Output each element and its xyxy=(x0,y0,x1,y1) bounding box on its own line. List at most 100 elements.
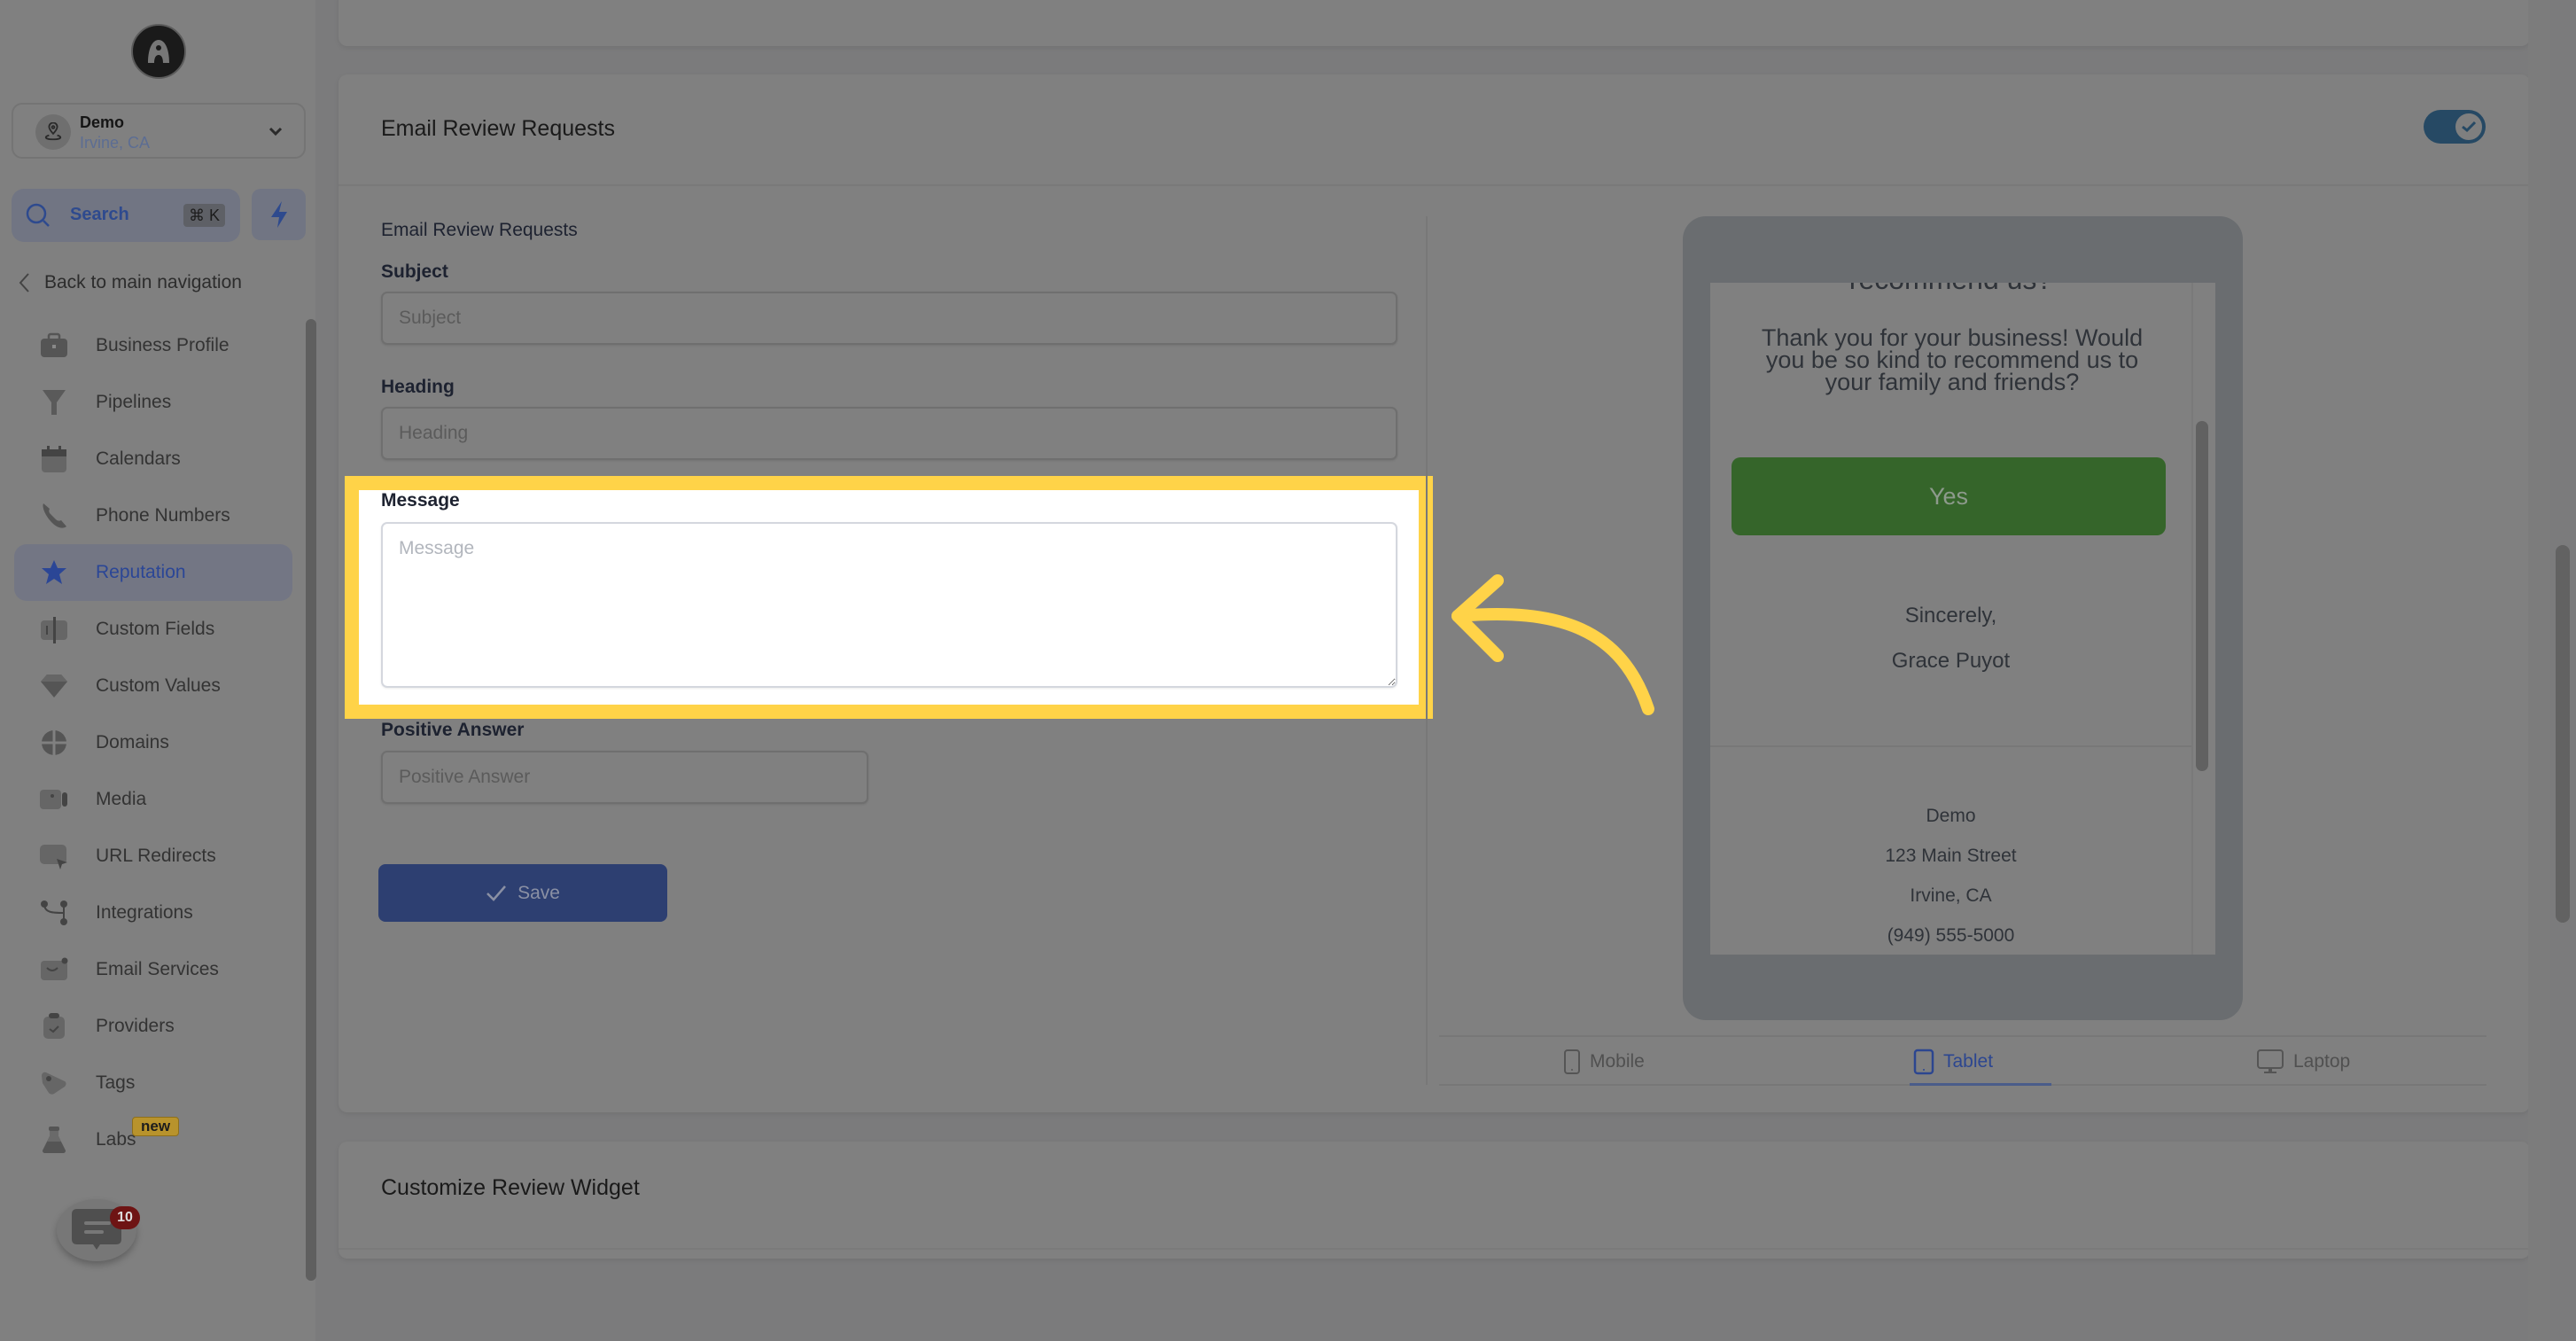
preview-footer-phone: (949) 555-5000 xyxy=(1887,925,2015,946)
sidebar-item-label: Labs xyxy=(96,1129,136,1150)
flask-icon xyxy=(39,1125,69,1155)
phone-icon xyxy=(39,501,69,531)
sidebar-item-label: Pipelines xyxy=(96,392,172,412)
preview-footer-city: Irvine, CA xyxy=(1910,885,1992,906)
sidebar-item-labs[interactable]: Labs new xyxy=(14,1111,292,1168)
card-title: Email Review Requests xyxy=(381,116,615,141)
email-preview: recommend us? Thank you for your busines… xyxy=(1710,283,2215,955)
funnel-icon xyxy=(39,387,69,417)
tab-mobile[interactable]: Mobile xyxy=(1563,1037,1645,1086)
app-logo[interactable] xyxy=(131,24,186,79)
tab-label: Laptop xyxy=(2293,1050,2351,1072)
mail-icon xyxy=(39,955,69,985)
tag-icon xyxy=(39,1068,69,1098)
sidebar-item-pipelines[interactable]: Pipelines xyxy=(14,374,292,431)
preview-scrollbar[interactable] xyxy=(2196,421,2208,771)
sidebar-item-label: URL Redirects xyxy=(96,846,216,866)
tablet-icon xyxy=(1913,1049,1934,1074)
preview-yes-button[interactable]: Yes xyxy=(1732,457,2166,535)
calendar-icon xyxy=(39,444,69,474)
positive-answer-input[interactable] xyxy=(381,751,868,804)
sidebar-item-label: Calendars xyxy=(96,448,181,469)
page-scroll-track xyxy=(2528,0,2550,1341)
save-label: Save xyxy=(518,882,560,903)
heading-input[interactable] xyxy=(381,407,1397,460)
card-divider xyxy=(339,1248,2530,1250)
preview-footer-street: 123 Main Street xyxy=(1885,846,2017,866)
account-location: Irvine, CA xyxy=(80,134,151,152)
sidebar-item-business-profile[interactable]: Business Profile xyxy=(14,317,292,374)
logo-icon xyxy=(148,40,169,63)
sidebar-item-label: Integrations xyxy=(96,902,193,923)
tab-tablet[interactable]: Tablet xyxy=(1913,1037,1993,1086)
subject-input[interactable] xyxy=(381,292,1397,345)
preview-closing: Sincerely, xyxy=(1904,604,1997,628)
account-switcher[interactable]: Demo Irvine, CA xyxy=(12,103,306,159)
sidebar-item-domains[interactable]: Domains xyxy=(14,714,292,771)
integrations-icon xyxy=(39,898,69,928)
sidebar-scrollbar[interactable] xyxy=(306,319,316,1281)
diamond-icon xyxy=(39,671,69,701)
tab-label: Mobile xyxy=(1590,1050,1645,1072)
preview-footer-name: Demo xyxy=(1926,806,1976,826)
briefcase-icon xyxy=(39,331,69,361)
sidebar: Demo Irvine, CA Search ⌘ K Back to main … xyxy=(0,0,316,1341)
sidebar-item-reputation[interactable]: Reputation xyxy=(14,544,292,601)
settings-nav: Business Profile Pipelines Calendars Pho… xyxy=(14,317,292,1168)
back-label: Back to main navigation xyxy=(44,272,242,292)
clipboard-icon xyxy=(39,1011,69,1041)
search-icon xyxy=(26,203,50,227)
annotation-arrow-icon xyxy=(1451,574,1654,715)
mobile-icon xyxy=(1564,1049,1580,1074)
back-to-main-navigation[interactable]: Back to main navigation xyxy=(18,271,242,294)
account-name: Demo xyxy=(80,113,125,131)
fields-icon xyxy=(39,614,69,644)
device-tabs: Mobile Tablet Laptop xyxy=(1439,1035,2487,1086)
sidebar-item-url-redirects[interactable]: URL Redirects xyxy=(14,828,292,885)
save-button[interactable]: Save xyxy=(378,864,667,922)
preview-signer: Grace Puyot xyxy=(1891,649,2011,673)
sidebar-item-label: Media xyxy=(96,789,147,809)
sidebar-item-label: Custom Fields xyxy=(96,619,215,639)
sidebar-item-custom-fields[interactable]: Custom Fields xyxy=(14,601,292,658)
page-scrollbar[interactable] xyxy=(2556,545,2570,923)
star-icon xyxy=(39,557,69,588)
message-textarea[interactable] xyxy=(381,522,1397,688)
subject-label: Subject xyxy=(381,261,448,282)
card-header: Email Review Requests xyxy=(339,74,2530,186)
sidebar-item-tags[interactable]: Tags xyxy=(14,1055,292,1111)
sidebar-item-label: Reputation xyxy=(96,562,186,582)
sidebar-item-calendars[interactable]: Calendars xyxy=(14,431,292,487)
section-title: Email Review Requests xyxy=(381,220,578,240)
sidebar-item-label: Custom Values xyxy=(96,675,221,696)
heading-label: Heading xyxy=(381,377,455,397)
column-divider xyxy=(1426,216,1428,1085)
globe-icon xyxy=(39,728,69,758)
sidebar-item-phone-numbers[interactable]: Phone Numbers xyxy=(14,487,292,544)
toggle-knob xyxy=(2454,112,2484,142)
video-icon xyxy=(39,784,69,815)
search-label: Search xyxy=(70,205,129,224)
sidebar-item-providers[interactable]: Providers xyxy=(14,998,292,1055)
email-review-requests-toggle[interactable] xyxy=(2424,110,2486,144)
search-shortcut: ⌘ K xyxy=(183,204,225,227)
check-icon xyxy=(486,885,507,901)
tab-laptop[interactable]: Laptop xyxy=(2256,1037,2350,1086)
check-icon xyxy=(2462,121,2477,133)
positive-answer-label: Positive Answer xyxy=(381,720,525,740)
search-button[interactable]: Search ⌘ K xyxy=(12,189,240,242)
sidebar-item-media[interactable]: Media xyxy=(14,771,292,828)
sidebar-item-integrations[interactable]: Integrations xyxy=(14,885,292,941)
tab-label: Tablet xyxy=(1943,1050,1994,1072)
sidebar-item-custom-values[interactable]: Custom Values xyxy=(14,658,292,714)
customize-review-widget-card: Customize Review Widget xyxy=(339,1142,2530,1259)
preview-divider xyxy=(1710,745,2191,747)
sidebar-item-email-services[interactable]: Email Services xyxy=(14,941,292,998)
laptop-icon xyxy=(2257,1049,2284,1073)
previous-card xyxy=(339,0,2530,46)
active-tab-indicator xyxy=(1910,1083,2051,1086)
email-preview-content: recommend us? Thank you for your busines… xyxy=(1710,283,2193,955)
sidebar-item-label: Domains xyxy=(96,732,169,752)
preview-message: Thank you for your business! Would you b… xyxy=(1761,324,2144,395)
quick-actions-button[interactable] xyxy=(252,189,306,240)
